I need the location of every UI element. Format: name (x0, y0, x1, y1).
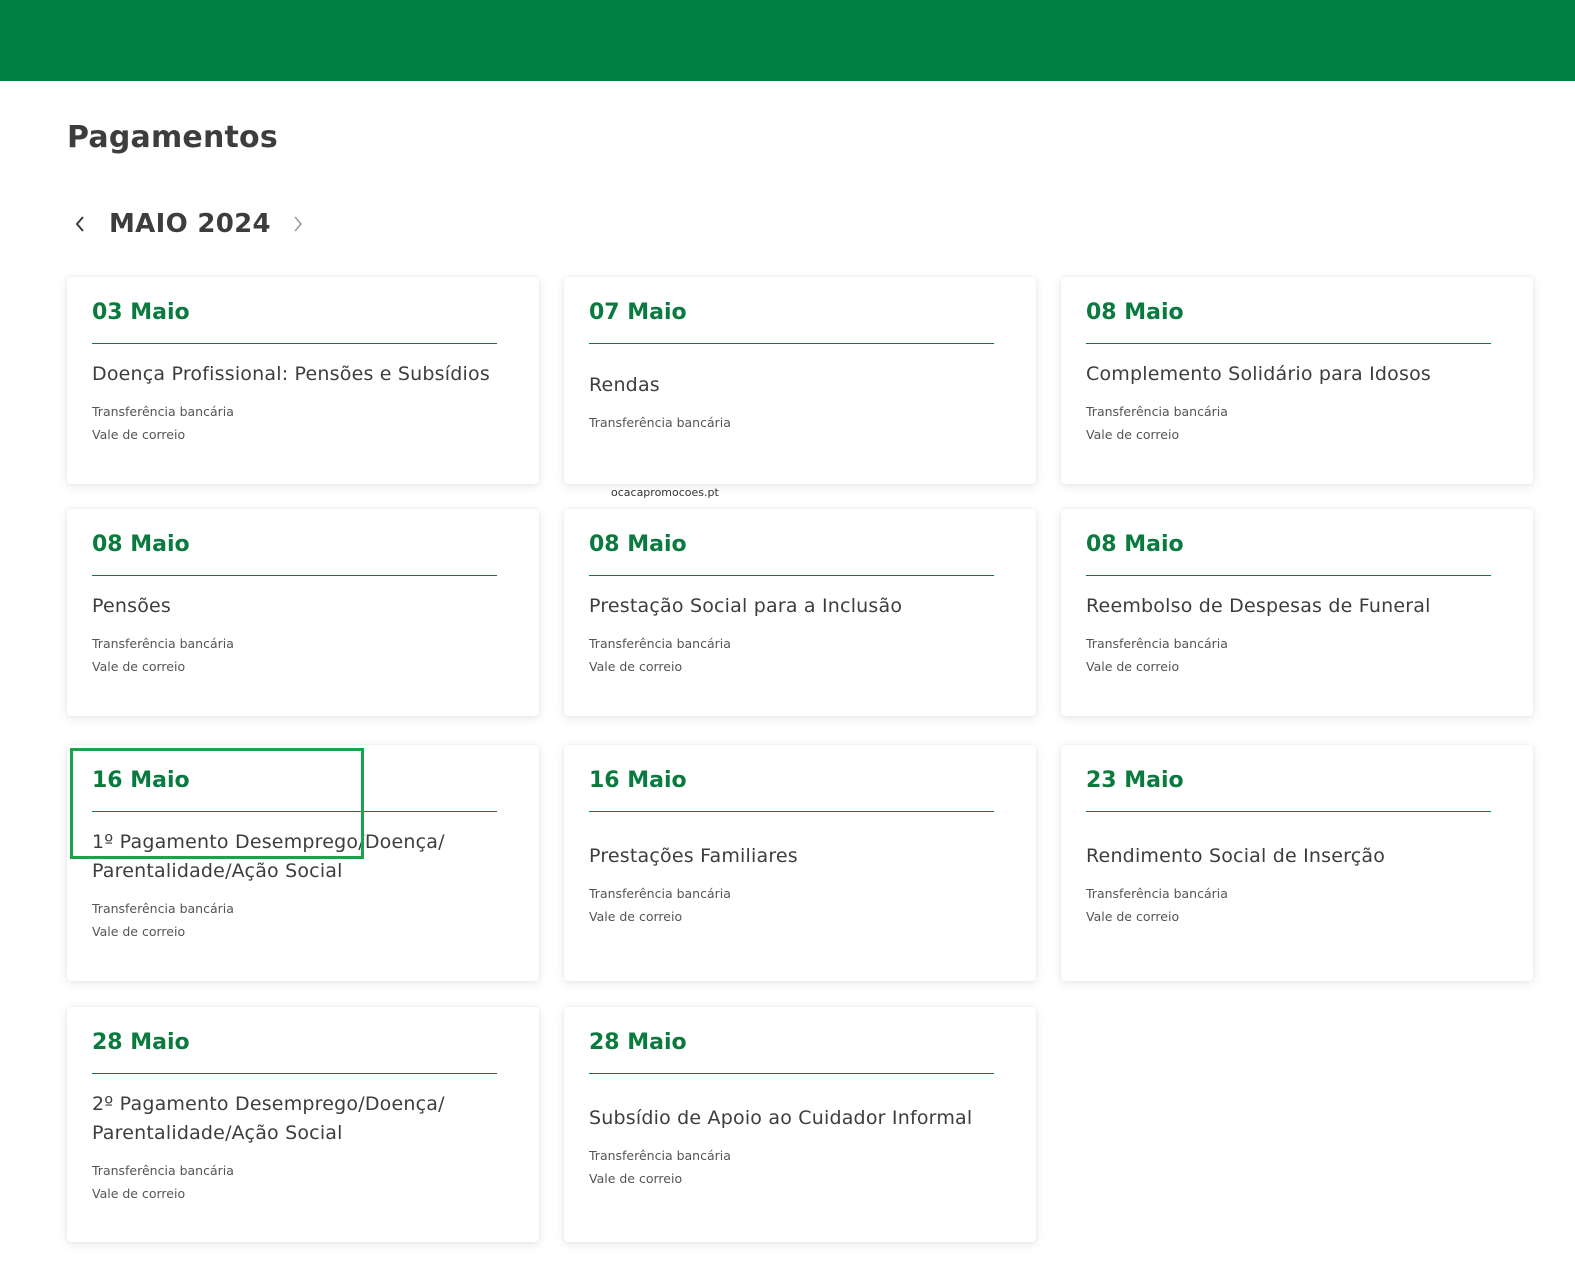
card-body: 2º Pagamento Desemprego/Doença/ Parental… (92, 1074, 514, 1220)
payment-method: Vale de correio (589, 658, 683, 674)
chevron-left-icon[interactable] (67, 204, 93, 244)
card-title: Pensões (92, 594, 172, 617)
card-date: 03 Maio (92, 300, 190, 325)
card-title: Subsídio de Apoio ao Cuidador Informal (589, 1107, 973, 1129)
payment-method: Transferência bancária (1086, 886, 1228, 901)
card-date: 28 Maio (589, 1030, 687, 1055)
card-title: 1º Pagamento Desemprego/Doença/ Parental… (92, 830, 445, 882)
payment-method: Transferência bancária (92, 1162, 234, 1178)
watermark-text: ocacapromocoes.pt (611, 486, 719, 499)
payment-card[interactable]: 28 Maio Subsídio de Apoio ao Cuidador Inf… (564, 1007, 1036, 1242)
chevron-right-icon[interactable] (285, 204, 311, 244)
card-title: Reembolso de Despesas de Funeral (1086, 594, 1431, 617)
payment-method: Vale de correio (589, 909, 683, 924)
payment-methods: Transferência bancária Vale de correio (1086, 400, 1508, 446)
payment-methods: Transferência bancária Vale de correio (92, 897, 514, 943)
payment-method: Transferência bancária (1086, 403, 1228, 419)
card-body: Subsídio de Apoio ao Cuidador Informal Tr… (589, 1074, 1011, 1220)
page-title: Pagamentos (67, 120, 278, 155)
payment-method: Vale de correio (1086, 658, 1180, 674)
payment-method: Transferência bancária (589, 415, 731, 430)
payment-method: Vale de correio (1086, 426, 1180, 442)
payment-card[interactable]: 08 Maio Prestação Social para a Inclusão T… (564, 509, 1036, 716)
card-title: Complemento Solidário para Idosos (1086, 362, 1431, 385)
payment-card[interactable]: 08 Maio Pensões Transferência bancária Vale… (67, 509, 539, 716)
card-date: 23 Maio (1086, 768, 1184, 793)
payment-method: Transferência bancária (92, 900, 234, 916)
card-body: Prestação Social para a Inclusão Transfer… (589, 576, 1011, 693)
payment-card[interactable]: 03 Maio Doença Profissional: Pensões e Su… (67, 277, 539, 484)
card-date: 16 Maio (589, 768, 687, 793)
payment-methods: Transferência bancária Vale de correio (92, 1159, 514, 1205)
payment-method: Transferência bancária (92, 635, 234, 651)
card-date: 16 Maio (92, 768, 190, 793)
payment-card[interactable]: 08 Maio Complemento Solidário para Idosos… (1061, 277, 1533, 484)
card-body: Rendimento Social de Inserção Transferênc… (1086, 812, 1508, 958)
card-title: Rendimento Social de Inserção (1086, 845, 1386, 867)
payment-method: Vale de correio (1086, 909, 1180, 924)
card-body: Reembolso de Despesas de Funeral Transfer… (1086, 576, 1508, 693)
payment-method: Transferência bancária (589, 886, 731, 901)
card-date: 28 Maio (92, 1030, 190, 1055)
payment-methods: Transferência bancária (589, 411, 1011, 434)
card-date: 08 Maio (1086, 532, 1184, 557)
payment-methods: Transferência bancária Vale de correio (589, 632, 1011, 678)
month-label: MAIO 2024 (109, 209, 271, 239)
payment-card[interactable]: 28 Maio 2º Pagamento Desemprego/Doença/ P… (67, 1007, 539, 1242)
payment-card[interactable]: 16 Maio Prestações Familiares Transferênci… (564, 745, 1036, 981)
payment-methods: Transferência bancária Vale de correio (589, 1144, 1011, 1190)
card-date: 07 Maio (589, 300, 687, 325)
payment-card[interactable]: 07 Maio Rendas Transferência bancária (564, 277, 1036, 484)
top-header-bar (0, 0, 1575, 81)
card-date: 08 Maio (589, 532, 687, 557)
card-title: 2º Pagamento Desemprego/Doença/ Parental… (92, 1092, 445, 1144)
card-body: Complemento Solidário para Idosos Transfe… (1086, 344, 1508, 461)
month-navigation: MAIO 2024 (67, 203, 311, 245)
payment-method: Vale de correio (92, 923, 186, 939)
card-body: Doença Profissional: Pensões e Subsídios… (92, 344, 514, 461)
payment-methods: Transferência bancária Vale de correio (1086, 632, 1508, 678)
card-title: Prestações Familiares (589, 845, 798, 867)
card-date: 08 Maio (1086, 300, 1184, 325)
payment-method: Transferência bancária (92, 403, 234, 419)
card-title: Prestação Social para a Inclusão (589, 594, 903, 617)
card-date: 08 Maio (92, 532, 190, 557)
payment-methods: Transferência bancária Vale de correio (589, 882, 1011, 928)
card-body: Rendas Transferência bancária (589, 344, 1011, 461)
payment-method: Transferência bancária (589, 1148, 731, 1163)
payment-methods: Transferência bancária Vale de correio (92, 400, 514, 446)
payment-method: Vale de correio (92, 1185, 186, 1201)
payment-card[interactable]: 16 Maio 1º Pagamento Desemprego/Doença/ P… (67, 745, 539, 981)
card-body: Pensões Transferência bancária Vale de cor… (92, 576, 514, 693)
payment-method: Vale de correio (92, 658, 186, 674)
payment-method: Transferência bancária (1086, 635, 1228, 651)
payment-method: Transferência bancária (589, 635, 731, 651)
card-title: Doença Profissional: Pensões e Subsídios (92, 362, 490, 385)
card-title: Rendas (589, 374, 660, 396)
payment-method: Vale de correio (92, 426, 186, 442)
card-body: 1º Pagamento Desemprego/Doença/ Parental… (92, 812, 514, 958)
card-body: Prestações Familiares Transferência bancá… (589, 812, 1011, 958)
payment-method: Vale de correio (589, 1171, 683, 1186)
payment-card[interactable]: 23 Maio Rendimento Social de Inserção Tran… (1061, 745, 1533, 981)
payment-card[interactable]: 08 Maio Reembolso de Despesas de Funeral T… (1061, 509, 1533, 716)
payment-methods: Transferência bancária Vale de correio (92, 632, 514, 678)
payment-methods: Transferência bancária Vale de correio (1086, 882, 1508, 928)
